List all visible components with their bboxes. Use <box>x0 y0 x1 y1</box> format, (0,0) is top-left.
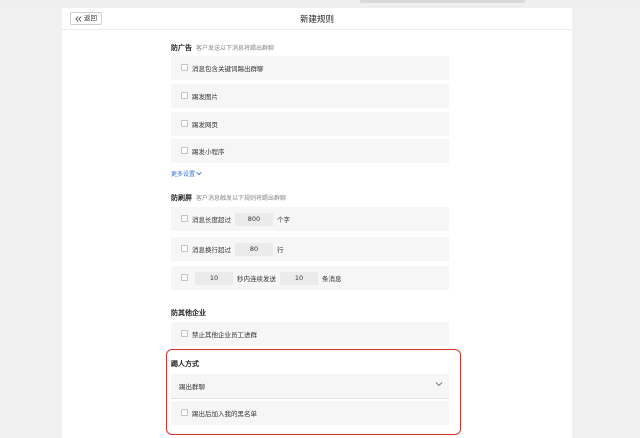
chevron-down-icon <box>196 171 202 176</box>
option-add-to-blacklist[interactable]: 踢出后加入我的黑名单 <box>171 401 449 425</box>
option-keyword-kick[interactable]: 消息包含关键词踢出群聊 <box>171 56 449 80</box>
anti-ads-title: 防广告 <box>171 44 192 52</box>
checkbox[interactable] <box>181 330 188 337</box>
checkbox[interactable] <box>181 120 188 127</box>
option-label: 踢出后加入我的黑名单 <box>192 410 257 418</box>
checkbox[interactable] <box>181 92 188 99</box>
page-header: 返回 新建规则 <box>62 8 572 30</box>
anti-other-title: 防其他企业 <box>171 309 206 317</box>
page-title: 新建规则 <box>299 15 334 25</box>
checkbox[interactable] <box>181 409 188 416</box>
checkbox[interactable] <box>181 215 188 222</box>
option-kick-image[interactable]: 踢发图片 <box>171 84 449 108</box>
option-line-breaks[interactable]: 消息换行超过 80 行 <box>171 237 449 261</box>
option-label: 踢发网页 <box>192 121 218 129</box>
lines-label: 消息换行超过 <box>192 246 231 254</box>
checkbox[interactable] <box>181 64 188 71</box>
anti-other-section-title: 防其他企业 <box>171 308 206 318</box>
browser-top-strip <box>0 0 640 8</box>
option-label: 踢发图片 <box>192 93 218 101</box>
checkbox[interactable] <box>181 147 188 154</box>
option-kick-webpage[interactable]: 踢发网页 <box>171 112 449 136</box>
length-unit: 个字 <box>277 216 290 224</box>
seconds-input[interactable]: 10 <box>195 271 233 285</box>
length-label: 消息长度超过 <box>192 216 231 224</box>
anti-ads-section-title: 防广告 客户发送以下消息将踢出群聊 <box>171 43 274 53</box>
option-kick-miniprogram[interactable]: 踢发小程序 <box>171 139 449 163</box>
option-send-rate[interactable]: 10 秒内连续发送 10 条消息 <box>171 266 449 290</box>
option-label: 消息包含关键词踢出群聊 <box>192 65 264 73</box>
option-label: 踢发小程序 <box>192 148 225 156</box>
chevron-down-icon <box>435 382 443 387</box>
option-message-length[interactable]: 消息长度超过 800 个字 <box>171 207 449 231</box>
rate-unit: 条消息 <box>322 275 342 283</box>
kick-method-select[interactable]: 踢出群聊 <box>171 374 449 399</box>
count-input[interactable]: 10 <box>280 271 318 285</box>
anti-flood-title: 防刷屏 <box>171 194 192 202</box>
rule-editor-panel: 返回 新建规则 防广告 客户发送以下消息将踢出群聊 消息包含关键词踢出群聊 踢发图… <box>62 8 572 438</box>
option-block-other-enterprise[interactable]: 禁止其他企业员工进群 <box>171 322 449 346</box>
length-input[interactable]: 800 <box>235 212 273 226</box>
kick-method-selected: 踢出群聊 <box>179 383 205 391</box>
more-settings-link[interactable]: 更多设置 <box>171 169 202 178</box>
anti-flood-section-title: 防刷屏 客户消息触发以下规则将踢出群聊 <box>171 193 286 203</box>
kick-method-title: 踢人方式 <box>171 360 199 368</box>
checkbox[interactable] <box>181 245 188 252</box>
option-label: 禁止其他企业员工进群 <box>192 331 257 339</box>
more-settings-label: 更多设置 <box>171 171 196 178</box>
anti-flood-subtitle: 客户消息触发以下规则将踢出群聊 <box>196 195 287 202</box>
checkbox[interactable] <box>181 274 188 281</box>
top-bar-decoration <box>360 0 525 3</box>
lines-input[interactable]: 80 <box>235 242 273 256</box>
rate-middle-label: 秒内连续发送 <box>237 275 276 283</box>
lines-unit: 行 <box>277 246 284 254</box>
anti-ads-subtitle: 客户发送以下消息将踢出群聊 <box>196 45 275 52</box>
kick-method-section-title: 踢人方式 <box>171 359 199 369</box>
